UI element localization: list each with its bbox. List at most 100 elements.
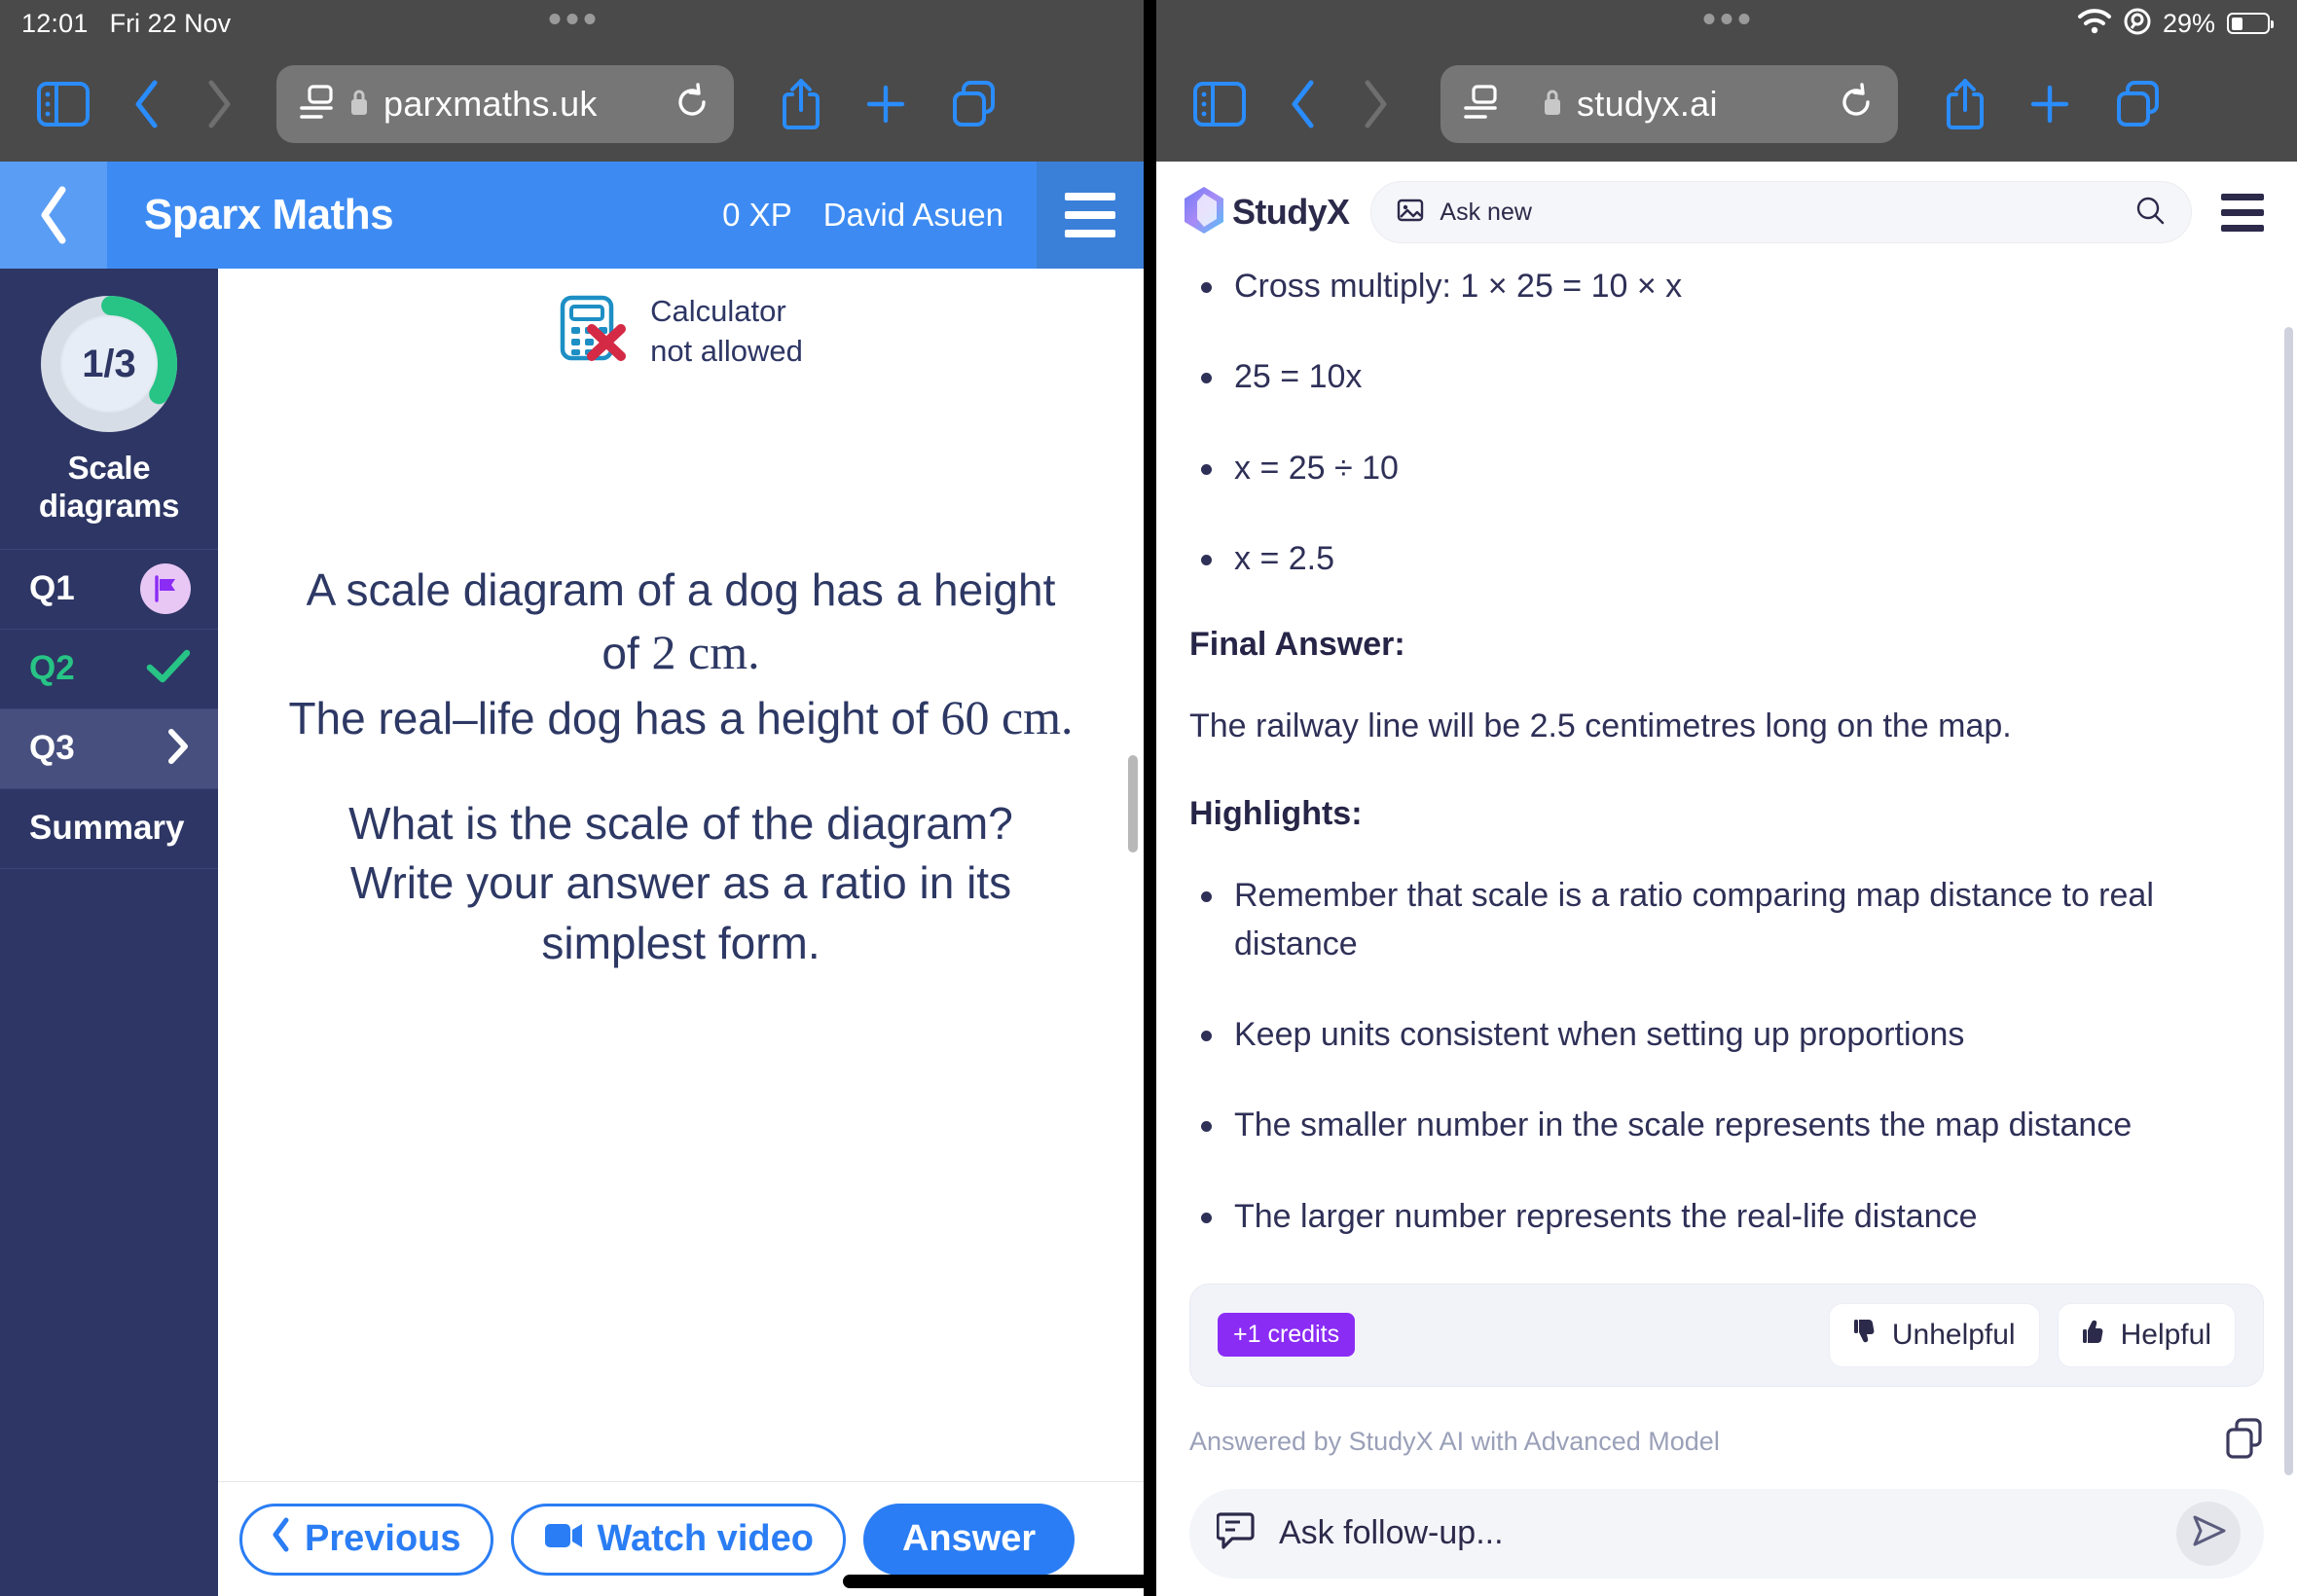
forward-chevron-right-icon [204, 79, 234, 129]
unhelpful-label: Unhelpful [1891, 1318, 2016, 1351]
image-icon[interactable] [1397, 197, 1424, 229]
multitask-grabber-right[interactable] [1703, 14, 1750, 24]
send-button[interactable] [2176, 1501, 2241, 1566]
status-bar-right: 29% [2077, 0, 2274, 47]
chevron-right-icon [165, 728, 191, 770]
calculator-not-allowed-icon [559, 292, 631, 371]
user-name: David Asuen [822, 197, 1003, 233]
topic-line-2: diagrams [38, 487, 180, 524]
topic-line-1: Scale [67, 450, 151, 486]
battery-icon [2227, 13, 2274, 34]
studyx-header: StudyX Ask new [1156, 162, 2297, 263]
page-settings-icon[interactable] [300, 84, 335, 126]
new-tab-plus-icon[interactable] [864, 83, 907, 126]
helpful-button[interactable]: Helpful [2057, 1302, 2236, 1367]
search-icon[interactable] [2134, 195, 2166, 231]
highlights-heading: Highlights: [1189, 795, 1363, 833]
progress-section: 1/3 Scale diagrams [0, 269, 218, 526]
reload-icon[interactable] [674, 82, 711, 127]
question-value-diagram: 2 [651, 625, 676, 680]
tabs-overview-icon[interactable] [2114, 79, 2165, 129]
studyx-menu-button[interactable] [2213, 186, 2272, 239]
studyx-logo[interactable]: StudyX [1182, 185, 1350, 240]
helpful-label: Helpful [2120, 1318, 2211, 1351]
reload-icon[interactable] [1838, 82, 1875, 127]
page-settings-icon[interactable] [1464, 84, 1499, 126]
unhelpful-button[interactable]: Unhelpful [1828, 1302, 2040, 1367]
back-chevron-left-icon[interactable] [1289, 79, 1318, 129]
question-spacer [255, 749, 1107, 794]
tabs-overview-icon[interactable] [950, 79, 1001, 129]
feedback-card: +1 credits Unhelpful Helpful [1189, 1283, 2264, 1387]
ask-new-placeholder: Ask new [1440, 198, 1532, 226]
thumbs-up-icon [2082, 1317, 2111, 1354]
watch-video-button[interactable]: Watch video [510, 1503, 846, 1576]
final-answer-text: The railway line will be 2.5 centimetres… [1189, 707, 2012, 745]
status-date: Fri 22 Nov [109, 8, 232, 38]
studyx-logo-text: StudyX [1232, 192, 1350, 232]
sparx-header-right: 0 XP David Asuen [722, 162, 1144, 269]
calculator-line-2: not allowed [650, 333, 803, 368]
safari-toolbar-left: parxmaths.uk [0, 47, 1144, 162]
studyx-logo-icon [1182, 185, 1226, 240]
topic-title: Scale diagrams [38, 450, 180, 526]
previous-button-label: Previous [305, 1518, 461, 1559]
list-item: The smaller number in the scale represen… [1189, 1102, 2264, 1149]
chat-bubble-icon [1216, 1509, 1258, 1557]
q3-label: Q3 [29, 729, 75, 768]
answer-button[interactable]: Answer [862, 1503, 1076, 1576]
progress-ring: 1/3 [39, 294, 179, 434]
sidebar-toggle-icon[interactable] [37, 82, 90, 127]
location-icon [2124, 8, 2151, 40]
wifi-icon [2077, 8, 2112, 40]
studyx-answer-content: Cross multiply: 1 × 25 = 10 × x 25 = 10x… [1156, 263, 2297, 1596]
progress-label: 1/3 [82, 342, 136, 385]
address-bar-left[interactable]: parxmaths.uk [276, 65, 734, 143]
answered-by-row: Answered by StudyX AI with Advanced Mode… [1189, 1418, 2264, 1466]
credits-badge: +1 credits [1218, 1313, 1356, 1358]
question-scrollbar[interactable] [1128, 755, 1138, 852]
new-tab-plus-icon[interactable] [2028, 83, 2071, 126]
solution-steps-list: Cross multiply: 1 × 25 = 10 × x 25 = 10x… [1189, 263, 2264, 583]
sidebar-toggle-icon[interactable] [1193, 82, 1246, 127]
multitask-grabber-left[interactable] [549, 14, 595, 24]
sparx-menu-button[interactable] [1037, 162, 1144, 269]
sidebar-item-q2[interactable]: Q2 [0, 630, 218, 709]
ask-new-search-bar[interactable]: Ask new [1370, 181, 2192, 243]
left-pane-sparx: 12:01 Fri 22 Nov parxmaths.uk Sparx Math… [0, 0, 1144, 1596]
follow-up-input[interactable]: Ask follow-up... [1189, 1488, 2264, 1578]
q1-label: Q1 [29, 569, 75, 608]
question-text: A scale diagram of a dog has a height of… [218, 561, 1144, 973]
q2-label: Q2 [29, 649, 75, 688]
studyx-scrollbar[interactable] [2284, 327, 2293, 1475]
sidebar-item-q1[interactable]: Q1 [0, 550, 218, 630]
list-item: The larger number represents the real-li… [1189, 1193, 2264, 1241]
list-item: 25 = 10x [1189, 353, 2264, 401]
safari-chrome-right: 29% studyx.ai [1156, 0, 2297, 162]
feedback-actions: Unhelpful Helpful [1828, 1302, 2236, 1367]
question-line-1: A scale diagram of a dog has a height of… [255, 561, 1107, 685]
sparx-app-header: Sparx Maths 0 XP David Asuen [0, 162, 1144, 269]
studyx-app: StudyX Ask new Cross multiply: 1 × 25 = … [1156, 162, 2297, 1596]
copy-icon[interactable] [2225, 1418, 2264, 1466]
sparx-body: 1/3 Scale diagrams Q1 Q2 Q3 Summary Calc… [0, 269, 1144, 1596]
sidebar-item-summary[interactable]: Summary [0, 789, 218, 869]
list-item: x = 2.5 [1189, 535, 2264, 583]
question-line-1-c: cm. [675, 625, 760, 680]
previous-button[interactable]: Previous [239, 1503, 493, 1576]
share-icon[interactable] [781, 77, 821, 131]
question-line-2-b: cm. [989, 689, 1074, 744]
calculator-notice: Calculator not allowed [218, 269, 1144, 371]
list-item: Cross multiply: 1 × 25 = 10 × x [1189, 263, 2264, 310]
lock-icon [1542, 88, 1563, 122]
sparx-title: Sparx Maths [144, 191, 394, 238]
sidebar-item-q3[interactable]: Q3 [0, 708, 218, 789]
question-line-2: The real–life dog has a height of 60 cm. [255, 685, 1107, 750]
question-line-3: What is the scale of the diagram? [348, 798, 1013, 850]
sparx-back-button[interactable] [0, 162, 107, 269]
share-icon[interactable] [1945, 77, 1986, 131]
address-bar-right[interactable]: studyx.ai [1440, 65, 1898, 143]
back-chevron-left-icon[interactable] [132, 79, 162, 129]
pane-divider[interactable] [1144, 0, 1156, 1596]
thumbs-down-icon [1853, 1317, 1882, 1354]
